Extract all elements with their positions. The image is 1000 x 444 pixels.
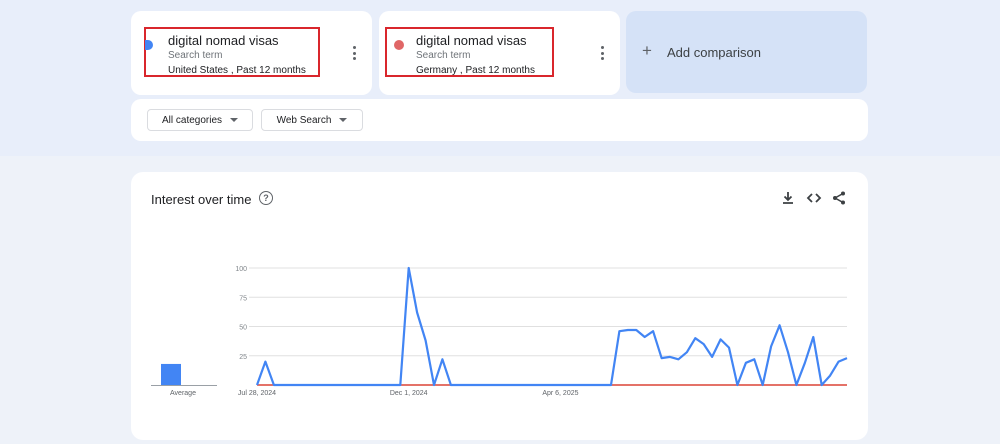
more-vert-icon[interactable]	[600, 46, 604, 60]
category-dropdown[interactable]: All categories	[147, 109, 253, 131]
term-title: digital nomad visas	[416, 33, 527, 48]
average-bar-us	[161, 363, 181, 385]
y-tick-label: 25	[239, 354, 247, 361]
add-comparison-button[interactable]: + Add comparison	[626, 11, 867, 93]
interest-over-time-card: Interest over time ? Average 100 75 50 25 J…	[131, 172, 868, 440]
term-title: digital nomad visas	[168, 33, 279, 48]
category-label: All categories	[161, 114, 223, 126]
embed-icon[interactable]	[806, 190, 822, 206]
term-subtitle: Search term	[168, 50, 223, 61]
chart-title: Interest over time	[151, 192, 252, 207]
plus-icon: +	[642, 41, 652, 60]
download-icon[interactable]	[780, 190, 796, 206]
help-icon[interactable]: ?	[259, 191, 273, 205]
x-tick-label: Dec 1, 2024	[390, 390, 428, 397]
term-card-de[interactable]: digital nomad visas Search term Germany …	[379, 11, 620, 95]
term-meta[interactable]: Germany , Past 12 months	[416, 65, 535, 76]
y-tick-label: 75	[239, 295, 247, 302]
y-tick-label: 50	[239, 325, 247, 332]
chevron-down-icon	[339, 118, 348, 122]
search-type-label: Web Search	[276, 114, 332, 126]
interest-chart: Average 100 75 50 25 Jul 28, 2024 Dec 1, 202…	[151, 266, 848, 397]
series-color-dot	[394, 40, 404, 50]
x-tick-label: Apr 6, 2025	[542, 390, 578, 397]
chevron-down-icon	[230, 118, 239, 122]
add-comparison-label: Add comparison	[667, 45, 761, 60]
term-subtitle: Search term	[416, 50, 471, 61]
y-tick-label: 100	[235, 266, 247, 273]
share-icon[interactable]	[831, 190, 847, 206]
average-label: Average	[170, 390, 196, 397]
search-type-dropdown[interactable]: Web Search	[261, 109, 363, 131]
term-card-us[interactable]: digital nomad visas Search term United S…	[131, 11, 372, 95]
filter-bar: All categories Web Search	[131, 99, 868, 141]
term-meta[interactable]: United States , Past 12 months	[168, 65, 306, 76]
more-vert-icon[interactable]	[352, 46, 356, 60]
x-tick-label: Jul 28, 2024	[238, 390, 276, 397]
